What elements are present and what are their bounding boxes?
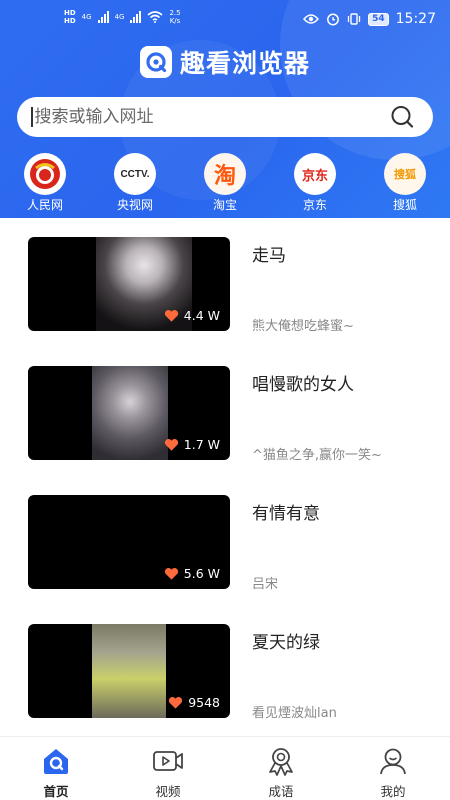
shortcut-sohu[interactable]: 搜狐 搜狐 bbox=[375, 153, 435, 213]
people-daily-icon bbox=[24, 153, 66, 195]
idiom-icon bbox=[269, 748, 293, 776]
text-caret bbox=[31, 107, 33, 127]
shortcut-people-daily[interactable]: 人民网 bbox=[15, 153, 75, 213]
heart-icon bbox=[164, 309, 178, 322]
video-card[interactable]: 9548 夏天的绿 看见煙波灿lan bbox=[0, 624, 450, 734]
video-card[interactable]: 5.6 W 有情有意 吕宋 bbox=[0, 495, 450, 605]
clock: 15:27 bbox=[395, 11, 436, 27]
shortcut-label: 人民网 bbox=[26, 198, 63, 212]
video-thumbnail[interactable]: 9548 bbox=[28, 624, 230, 718]
battery-icon: 54 bbox=[368, 12, 389, 26]
network-type-1: 4G bbox=[81, 13, 92, 21]
hd-badge: HD HD bbox=[64, 9, 76, 25]
nav-label: 我的 bbox=[380, 784, 406, 799]
signal-icon bbox=[97, 11, 109, 23]
heart-icon bbox=[169, 696, 183, 709]
alarm-icon bbox=[327, 13, 340, 26]
status-left: HD HD 4G 4G 2.5 K/s bbox=[64, 9, 181, 25]
video-author: 熊大俺想吃蜂蜜~ bbox=[252, 319, 354, 334]
search-bar[interactable] bbox=[17, 97, 433, 137]
thumbnail-image bbox=[92, 624, 166, 718]
video-author: 看见煙波灿lan bbox=[252, 706, 337, 721]
profile-icon bbox=[380, 748, 406, 775]
nav-label: 视频 bbox=[155, 784, 181, 799]
shortcut-taobao[interactable]: 淘 淘宝 bbox=[195, 153, 255, 213]
video-thumbnail[interactable]: 1.7 W bbox=[28, 366, 230, 460]
sohu-icon: 搜狐 bbox=[384, 153, 426, 195]
shortcut-label: 搜狐 bbox=[392, 198, 417, 212]
shortcut-label: 淘宝 bbox=[212, 198, 237, 212]
net-speed: 2.5 K/s bbox=[169, 9, 181, 25]
like-count: 1.7 W bbox=[164, 437, 220, 452]
app-title-bar: 趣看浏览器 bbox=[0, 44, 450, 80]
header: HD HD 4G 4G 2.5 K/s 54 15:27 趣看浏览器 搜索或输入… bbox=[0, 0, 450, 218]
heart-icon bbox=[164, 438, 178, 451]
vibrate-icon bbox=[347, 13, 361, 25]
video-title[interactable]: 唱慢歌的女人 bbox=[252, 370, 354, 395]
video-title[interactable]: 有情有意 bbox=[252, 499, 320, 524]
nav-home[interactable]: 首页 bbox=[21, 745, 91, 800]
video-title[interactable]: 夏天的绿 bbox=[252, 628, 320, 653]
like-count: 9548 bbox=[168, 695, 220, 710]
video-list[interactable]: 4.4 W 走马 熊大俺想吃蜂蜜~ 1.7 W 唱慢歌的女人 ^猫鱼之争,赢你一… bbox=[0, 218, 450, 736]
nav-label: 首页 bbox=[43, 784, 69, 799]
shortcut-cctv[interactable]: CCTV. 央视网 bbox=[105, 153, 165, 213]
nav-idiom[interactable]: 成语 bbox=[246, 745, 316, 800]
video-author: ^猫鱼之争,赢你一笑~ bbox=[252, 448, 382, 463]
nav-video[interactable]: 视频 bbox=[133, 745, 203, 800]
app-title: 趣看浏览器 bbox=[179, 49, 310, 78]
eye-icon bbox=[303, 14, 320, 24]
video-card[interactable]: 4.4 W 走马 熊大俺想吃蜂蜜~ bbox=[0, 237, 450, 347]
like-count: 4.4 W bbox=[164, 308, 220, 323]
thumbnail-image bbox=[92, 366, 168, 460]
status-bar: HD HD 4G 4G 2.5 K/s 54 15:27 bbox=[0, 0, 450, 40]
bottom-nav: 首页 视频 成语 我的 bbox=[0, 736, 450, 800]
shortcut-label: 央视网 bbox=[116, 198, 153, 212]
heart-icon bbox=[164, 567, 178, 580]
signal-icon-2 bbox=[130, 11, 142, 23]
nav-label: 成语 bbox=[268, 784, 294, 799]
wifi-icon bbox=[147, 11, 163, 23]
status-right: 54 15:27 bbox=[303, 11, 436, 27]
video-title[interactable]: 走马 bbox=[252, 241, 286, 266]
search-icon[interactable] bbox=[389, 104, 415, 130]
shortcut-label: 京东 bbox=[302, 198, 327, 212]
cctv-icon: CCTV. bbox=[114, 153, 156, 195]
video-icon bbox=[153, 751, 183, 771]
search-input[interactable] bbox=[34, 107, 389, 127]
taobao-icon: 淘 bbox=[204, 153, 246, 195]
shortcut-row: 人民网 CCTV. 央视网 淘 淘宝 京东 京东 搜狐 搜狐 bbox=[0, 153, 450, 213]
home-icon bbox=[44, 749, 68, 774]
video-thumbnail[interactable]: 5.6 W bbox=[28, 495, 230, 589]
jd-icon: 京东 bbox=[294, 153, 336, 195]
app-logo-icon bbox=[139, 46, 172, 78]
shortcut-jd[interactable]: 京东 京东 bbox=[285, 153, 345, 213]
video-thumbnail[interactable]: 4.4 W bbox=[28, 237, 230, 331]
nav-profile[interactable]: 我的 bbox=[358, 745, 428, 800]
video-card[interactable]: 1.7 W 唱慢歌的女人 ^猫鱼之争,赢你一笑~ bbox=[0, 366, 450, 476]
network-type-2: 4G bbox=[114, 13, 125, 21]
like-count: 5.6 W bbox=[164, 566, 220, 581]
video-author: 吕宋 bbox=[252, 577, 279, 592]
